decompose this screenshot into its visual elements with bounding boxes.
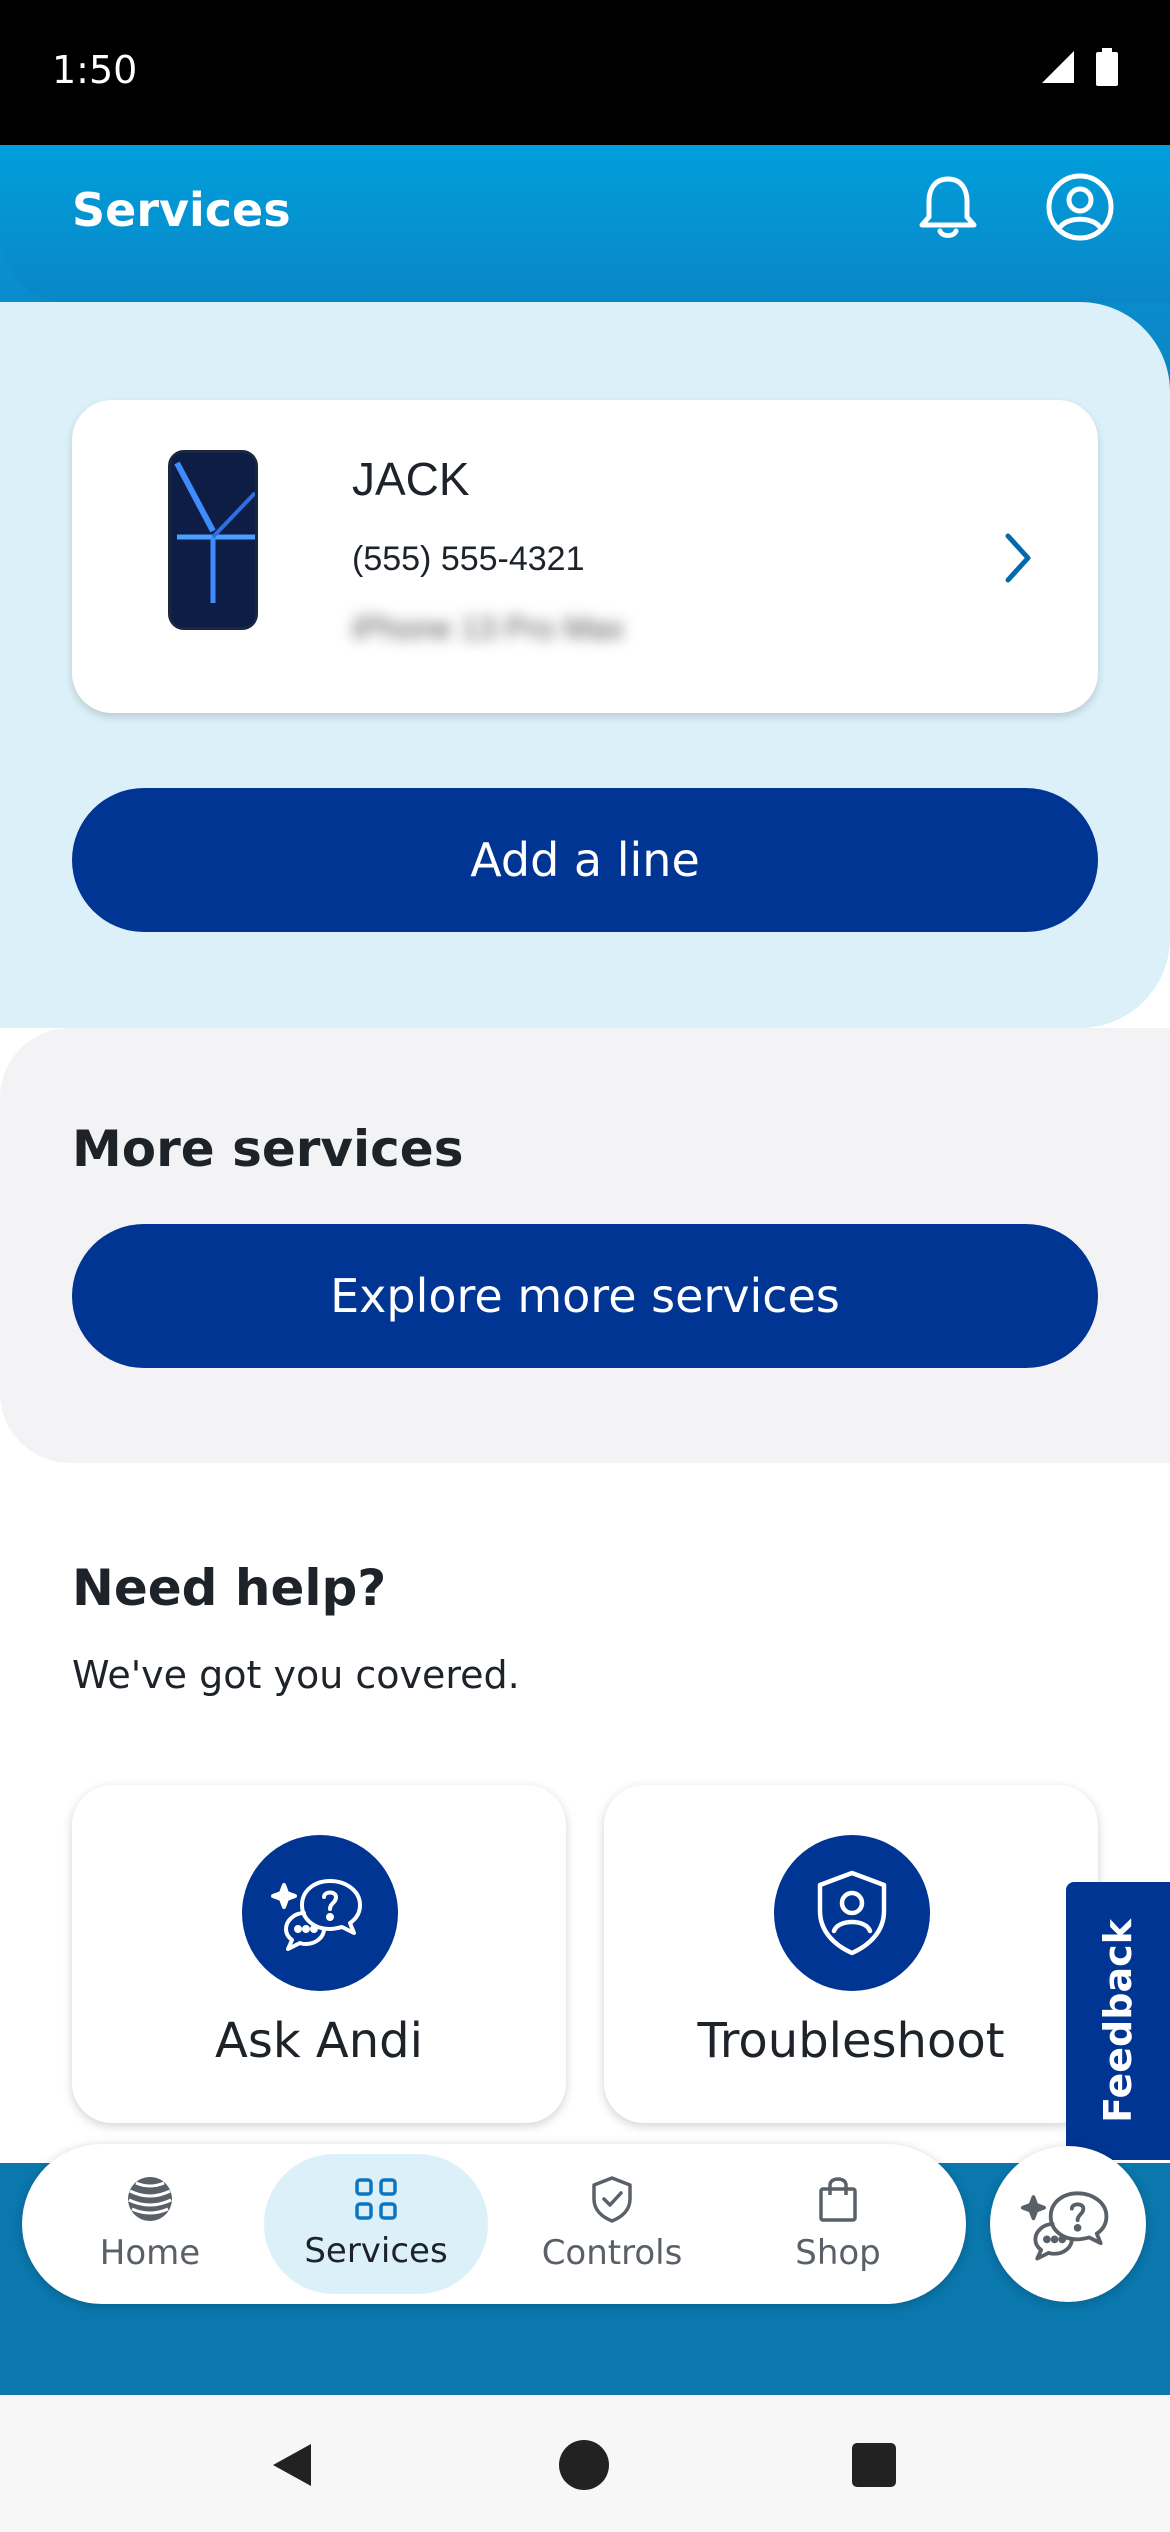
- signal-icon: [1042, 51, 1074, 83]
- bottom-navigation: Home Services Controls Shop: [22, 2144, 966, 2304]
- shield-check-icon: [592, 2176, 632, 2223]
- nav-label-home: Home: [99, 2233, 201, 2273]
- grid-icon: [355, 2178, 397, 2220]
- shopping-bag-icon: [819, 2177, 857, 2222]
- feedback-label: Feedback: [1096, 1919, 1140, 2123]
- system-navigation-bar: [0, 2395, 1170, 2532]
- nav-item-shop[interactable]: Shop: [726, 2154, 950, 2294]
- device-phone-number: (555) 555-4321: [352, 540, 585, 578]
- help-section: Need help? We've got you covered. Ask An…: [0, 1463, 1170, 2163]
- recents-square-icon: [852, 2443, 896, 2487]
- shield-user-icon: [817, 1870, 887, 1956]
- nav-item-controls[interactable]: Controls: [500, 2154, 724, 2294]
- nav-label-services: Services: [304, 2231, 448, 2271]
- battery-icon: [1096, 48, 1118, 86]
- ask-andi-card[interactable]: Ask Andi: [72, 1785, 566, 2123]
- feedback-tab[interactable]: Feedback: [1066, 1882, 1170, 2160]
- more-services-heading: More services: [72, 1120, 464, 1178]
- explore-more-services-button[interactable]: Explore more services: [72, 1224, 1098, 1368]
- app-header: Services: [0, 145, 1170, 303]
- nav-label-controls: Controls: [541, 2233, 683, 2273]
- phone-image: [168, 450, 258, 630]
- device-model: iPhone 13 Pro Max: [352, 610, 625, 646]
- ask-andi-icon-circle: [242, 1835, 398, 1991]
- device-card[interactable]: JACK (555) 555-4321 iPhone 13 Pro Max: [72, 400, 1098, 713]
- ask-andi-label: Ask Andi: [215, 2013, 423, 2069]
- profile-button[interactable]: [1044, 171, 1116, 243]
- system-back-button[interactable]: [262, 2435, 322, 2495]
- add-line-button[interactable]: Add a line: [72, 788, 1098, 932]
- chat-question-icon: [1020, 2191, 1109, 2261]
- att-globe-icon: [128, 2177, 172, 2221]
- chat-question-icon: [271, 1879, 362, 1951]
- bell-icon: [919, 176, 977, 238]
- nav-label-shop: Shop: [795, 2233, 881, 2273]
- back-triangle-icon: [273, 2444, 311, 2486]
- chat-assistant-button[interactable]: [990, 2146, 1146, 2302]
- page-title: Services: [72, 183, 291, 237]
- nav-item-home[interactable]: Home: [38, 2154, 262, 2294]
- system-recents-button[interactable]: [844, 2435, 904, 2495]
- status-icons: [1040, 48, 1118, 86]
- status-time: 1:50: [52, 48, 138, 92]
- home-circle-icon: [559, 2440, 609, 2490]
- notifications-button[interactable]: [912, 171, 984, 243]
- nav-item-services[interactable]: Services: [264, 2154, 488, 2294]
- help-heading: Need help?: [72, 1559, 387, 1617]
- troubleshoot-icon-circle: [774, 1835, 930, 1991]
- profile-icon: [1046, 173, 1114, 241]
- chevron-right-icon: [1005, 533, 1031, 583]
- troubleshoot-label: Troubleshoot: [697, 2013, 1005, 2069]
- status-bar: 1:50: [0, 0, 1170, 145]
- help-subtitle: We've got you covered.: [72, 1653, 520, 1697]
- troubleshoot-card[interactable]: Troubleshoot: [604, 1785, 1098, 2123]
- system-home-button[interactable]: [554, 2435, 614, 2495]
- device-owner-name: JACK: [352, 453, 470, 505]
